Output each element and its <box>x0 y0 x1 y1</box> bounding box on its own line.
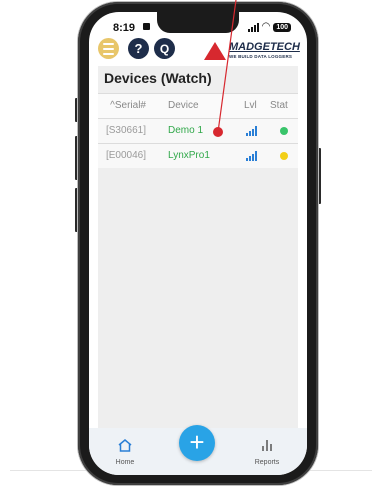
table-row[interactable]: [S30661] Demo 1 <box>98 118 298 143</box>
logo-triangle-icon <box>204 42 226 60</box>
logo-name: MADGETECH <box>229 41 300 53</box>
app-header: ? Q MADGETECH WE BUILD DATA LOGGERS <box>89 36 307 64</box>
table-row[interactable]: [E00046] LynxPro1 <box>98 143 298 168</box>
status-icons: ◠ 100 <box>247 21 291 32</box>
column-header-serial[interactable]: ^Serial# <box>98 100 146 111</box>
menu-button[interactable] <box>98 38 119 59</box>
nav-reports[interactable]: Reports <box>247 438 287 466</box>
nav-reports-label: Reports <box>254 459 280 466</box>
notch <box>157 12 239 33</box>
device-name-cell: LynxPro1 <box>168 150 210 161</box>
help-button[interactable]: ? <box>128 38 149 59</box>
power-button <box>318 148 321 204</box>
signal-level-icon <box>246 151 257 161</box>
serial-cell: [E00046] <box>105 150 146 161</box>
serial-cell: [S30661] <box>105 125 146 136</box>
wifi-icon: ◠ <box>261 21 271 32</box>
status-time: 8:19 <box>113 22 136 34</box>
column-header-level[interactable]: Lvl <box>244 100 257 111</box>
column-header-device[interactable]: Device <box>168 100 199 111</box>
phone-screen: 8:19 ◠ 100 ? Q MADGETECH WE BUILD DATA L… <box>89 12 307 475</box>
nav-home-label: Home <box>115 459 135 466</box>
device-name-cell: Demo 1 <box>168 125 204 136</box>
status-dot <box>280 127 288 135</box>
cell-signal-icon <box>247 22 259 32</box>
menu-icon <box>103 42 114 45</box>
status-dot <box>280 152 288 160</box>
lock-icon <box>143 23 150 30</box>
column-header-status[interactable]: Stat <box>270 100 288 111</box>
logo-tagline: WE BUILD DATA LOGGERS <box>229 54 293 59</box>
madgetech-logo: MADGETECH WE BUILD DATA LOGGERS <box>204 39 302 63</box>
add-device-button[interactable]: + <box>179 425 215 461</box>
table-header-row: ^Serial# Device Lvl Stat <box>98 93 298 118</box>
devices-panel: Devices (Watch) ^Serial# Device Lvl Stat… <box>98 66 298 428</box>
home-icon <box>118 439 132 452</box>
devices-table: ^Serial# Device Lvl Stat [S30661] Demo 1… <box>98 93 298 168</box>
bar-chart-icon <box>262 440 272 451</box>
signal-level-icon <box>246 126 257 136</box>
query-button[interactable]: Q <box>154 38 175 59</box>
page-title: Devices (Watch) <box>104 70 212 86</box>
battery-indicator: 100 <box>273 22 291 32</box>
stage: 8:19 ◠ 100 ? Q MADGETECH WE BUILD DATA L… <box>0 0 372 497</box>
title-bar: Devices (Watch) <box>98 66 298 93</box>
nav-home[interactable]: Home <box>105 438 145 466</box>
